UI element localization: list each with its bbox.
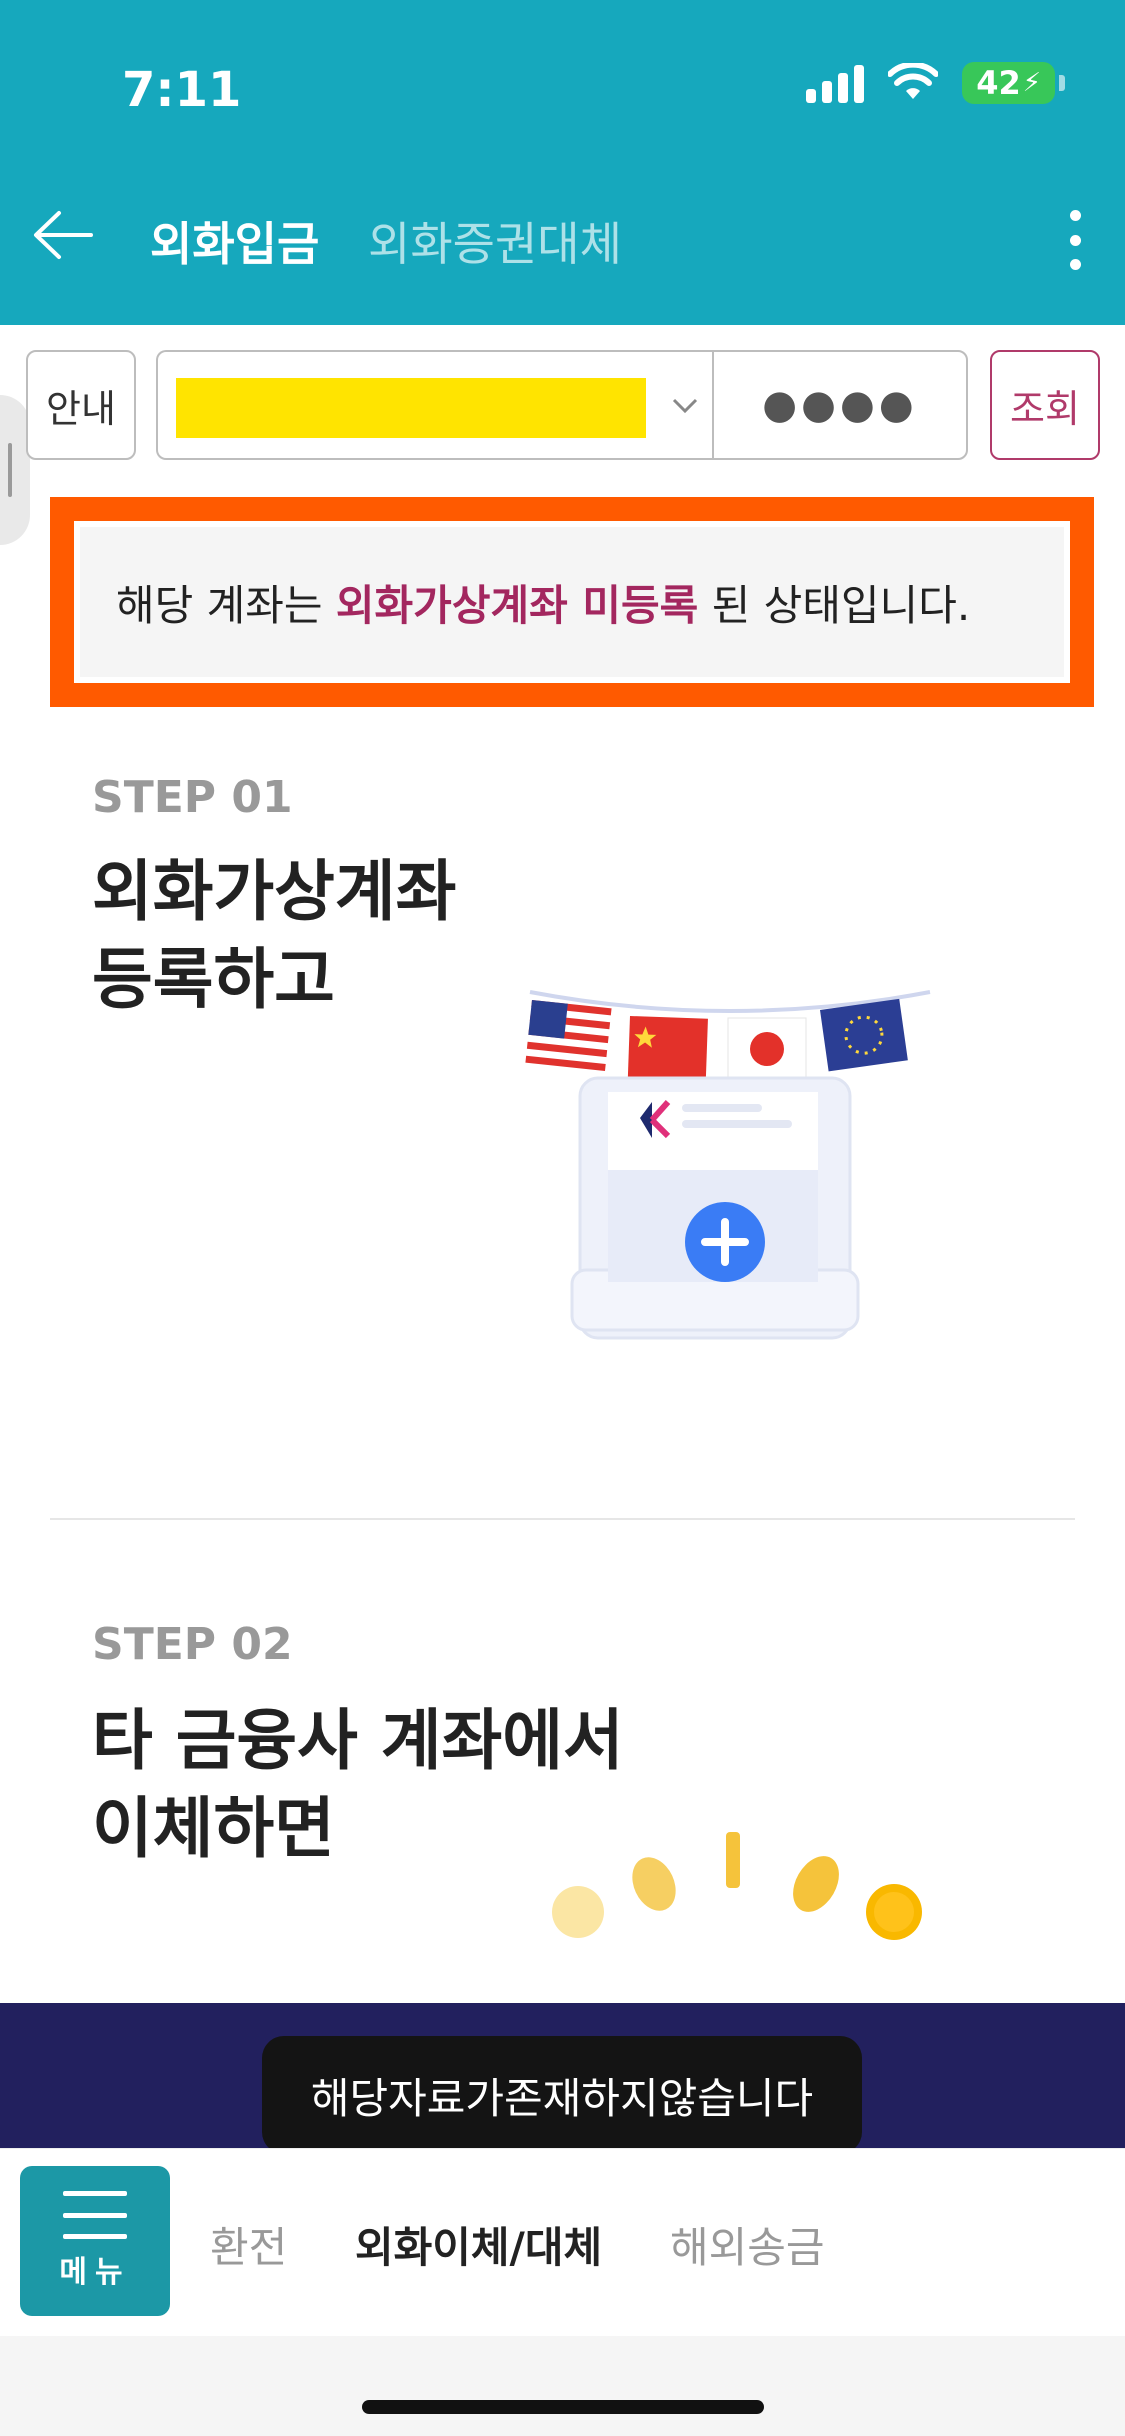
chevron-down-icon (672, 398, 698, 414)
nav-item-overseas-remittance[interactable]: 해외송금 (670, 2214, 825, 2275)
signal-icon (806, 63, 865, 103)
app-header: 7:11 42 ⚡ 외화입금 외화증권대체 (0, 0, 1125, 325)
us-flag-icon (525, 1000, 612, 1075)
bottom-nav: 메뉴 환전 외화이체/대체 해외송금 (0, 2148, 1125, 2336)
step1-title: 외화가상계좌 등록하고 (92, 848, 456, 1024)
arrow-left-icon (34, 211, 93, 259)
more-button[interactable] (1055, 200, 1095, 280)
notice-prefix: 해당 계좌는 (116, 580, 336, 630)
hamburger-icon (63, 2191, 127, 2239)
query-button[interactable]: 조회 (990, 350, 1100, 460)
back-button[interactable] (28, 200, 98, 270)
tab-fx-securities-transfer[interactable]: 외화증권대체 (368, 208, 622, 274)
more-vertical-icon (1069, 210, 1081, 221)
guide-button[interactable]: 안내 (26, 350, 136, 460)
step2-label: STEP 02 (92, 1619, 293, 1670)
step1-label: STEP 01 (92, 772, 293, 823)
tab-fx-deposit[interactable]: 외화입금 (150, 208, 319, 274)
notice-box: 해당 계좌는 외화가상계좌 미등록 된 상태입니다. (50, 497, 1094, 707)
battery-indicator: 42 ⚡ (962, 62, 1055, 104)
screen: 7:11 42 ⚡ 외화입금 외화증권대체 안내 ●●●● 조회 해당 계좌는 … (0, 0, 1125, 2436)
eu-flag-icon (820, 998, 908, 1072)
status-icons: 42 ⚡ (806, 62, 1065, 104)
step1-title-line2: 등록하고 (92, 941, 335, 1018)
account-number-redacted (176, 378, 646, 438)
nav-item-exchange[interactable]: 환전 (210, 2214, 287, 2275)
notice-text: 해당 계좌는 외화가상계좌 미등록 된 상태입니다. (74, 521, 1070, 683)
coins-illustration (552, 1832, 922, 1940)
notice-suffix: 된 상태입니다. (698, 580, 971, 630)
home-area (0, 2336, 1125, 2436)
battery-level: 42 (976, 64, 1021, 102)
password-field[interactable]: ●●●● (712, 350, 968, 460)
wifi-icon (888, 63, 939, 99)
nav-item-fx-transfer[interactable]: 외화이체/대체 (355, 2214, 602, 2275)
menu-label: 메뉴 (59, 2255, 131, 2290)
home-indicator[interactable] (362, 2400, 764, 2414)
japan-flag-icon (727, 1017, 807, 1081)
status-time: 7:11 (122, 62, 242, 118)
step1-title-line1: 외화가상계좌 (92, 853, 457, 930)
section-divider (50, 1518, 1075, 1520)
register-account-illustration (525, 990, 931, 1340)
account-select[interactable] (156, 350, 714, 460)
menu-button[interactable]: 메뉴 (20, 2166, 170, 2316)
toast-message: 해당자료가존재하지않습니다 (262, 2036, 862, 2154)
notice-highlight: 외화가상계좌 미등록 (335, 580, 699, 630)
china-flag-icon (627, 1016, 708, 1083)
step2-title-line1: 타 금융사 계좌에서 (92, 1702, 624, 1779)
